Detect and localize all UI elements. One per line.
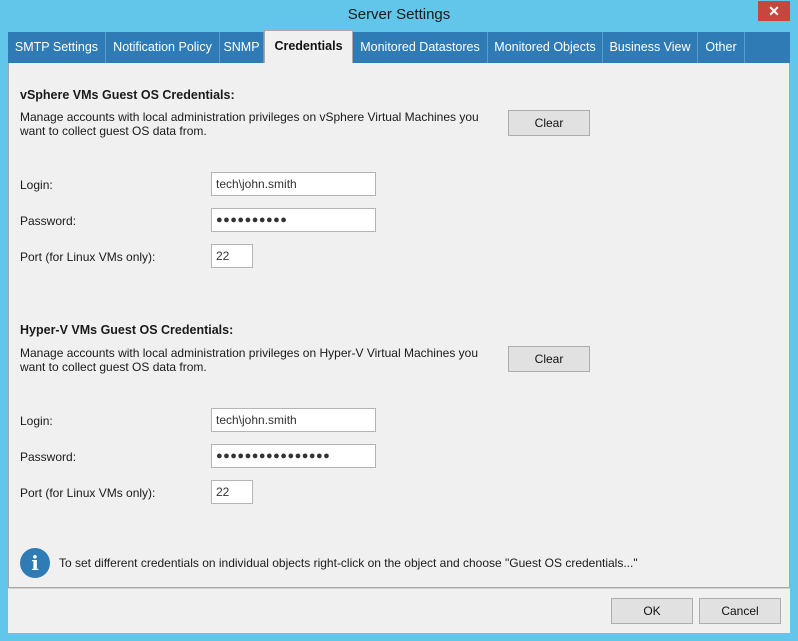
hyperv-port-input[interactable]: 22: [211, 480, 253, 504]
tab-other[interactable]: Other: [698, 32, 745, 63]
tab-notification-policy[interactable]: Notification Policy: [106, 32, 220, 63]
tab-credentials[interactable]: Credentials: [264, 30, 353, 63]
tab-monitored-datastores[interactable]: Monitored Datastores: [353, 32, 488, 63]
vsphere-description: Manage accounts with local administratio…: [20, 110, 479, 138]
vsphere-port-input[interactable]: 22: [211, 244, 253, 268]
hyperv-description: Manage accounts with local administratio…: [20, 346, 479, 374]
vsphere-login-label: Login:: [20, 178, 53, 192]
vsphere-login-input[interactable]: tech\john.smith: [211, 172, 376, 196]
title-bar[interactable]: Server Settings ✕: [0, 0, 798, 32]
credentials-panel: vSphere VMs Guest OS Credentials: Manage…: [8, 63, 790, 588]
close-button[interactable]: ✕: [758, 1, 790, 21]
server-settings-window: Server Settings ✕ SMTP Settings Notifica…: [0, 0, 798, 641]
window-title: Server Settings: [347, 6, 451, 23]
cancel-button[interactable]: Cancel: [699, 598, 781, 624]
hyperv-port-label: Port (for Linux VMs only):: [20, 486, 156, 500]
vsphere-heading: vSphere VMs Guest OS Credentials:: [20, 88, 235, 102]
tab-monitored-objects[interactable]: Monitored Objects: [488, 32, 603, 63]
tab-business-view[interactable]: Business View: [603, 32, 698, 63]
tab-strip: SMTP Settings Notification Policy SNMP C…: [8, 30, 790, 63]
vsphere-password-input[interactable]: ●●●●●●●●●●: [211, 208, 376, 232]
vsphere-port-label: Port (for Linux VMs only):: [20, 250, 156, 264]
hyperv-password-label: Password:: [20, 450, 77, 464]
hyperv-login-label: Login:: [20, 414, 53, 428]
close-icon: ✕: [768, 3, 780, 19]
ok-button[interactable]: OK: [611, 598, 693, 624]
tab-snmp[interactable]: SNMP: [220, 32, 264, 63]
vsphere-clear-button[interactable]: Clear: [508, 110, 590, 136]
dialog-footer: OK Cancel: [8, 588, 790, 633]
info-text: To set different credentials on individu…: [59, 556, 638, 570]
vsphere-password-label: Password:: [20, 214, 77, 228]
tab-smtp-settings[interactable]: SMTP Settings: [8, 32, 106, 63]
hyperv-clear-button[interactable]: Clear: [508, 346, 590, 372]
hyperv-login-input[interactable]: tech\john.smith: [211, 408, 376, 432]
info-icon: i: [20, 548, 50, 578]
hyperv-password-input[interactable]: ●●●●●●●●●●●●●●●●: [211, 444, 376, 468]
hyperv-heading: Hyper-V VMs Guest OS Credentials:: [20, 323, 234, 337]
